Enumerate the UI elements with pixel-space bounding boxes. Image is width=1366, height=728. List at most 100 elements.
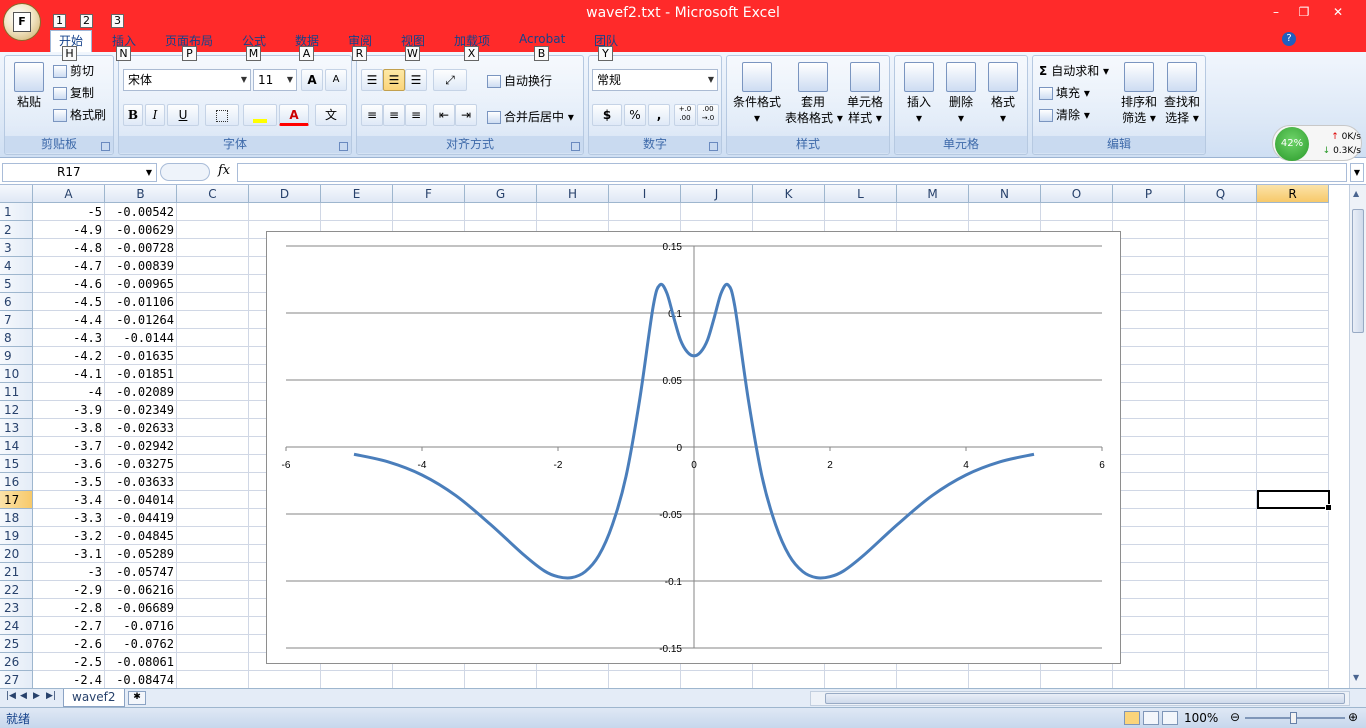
- cell-a9[interactable]: -4.2: [33, 347, 105, 365]
- minimize-button[interactable]: –: [1264, 3, 1288, 21]
- row-header-20[interactable]: 20: [0, 545, 33, 563]
- zoom-level[interactable]: 100%: [1184, 711, 1218, 725]
- cell-b7[interactable]: -0.01264: [105, 311, 177, 329]
- cell-a5[interactable]: -4.6: [33, 275, 105, 293]
- cell-a15[interactable]: -3.6: [33, 455, 105, 473]
- align-left-button[interactable]: ≡: [361, 104, 383, 126]
- cell-a19[interactable]: -3.2: [33, 527, 105, 545]
- normal-view-button[interactable]: [1124, 711, 1140, 725]
- cell-b25[interactable]: -0.0762: [105, 635, 177, 653]
- cell-a27[interactable]: -2.4: [33, 671, 105, 688]
- cell-b22[interactable]: -0.06216: [105, 581, 177, 599]
- row-header-13[interactable]: 13: [0, 419, 33, 437]
- restore-button[interactable]: ❐: [1292, 3, 1316, 21]
- cell-b17[interactable]: -0.04014: [105, 491, 177, 509]
- cell-b21[interactable]: -0.05747: [105, 563, 177, 581]
- column-header-n[interactable]: N: [969, 185, 1041, 203]
- row-header-4[interactable]: 4: [0, 257, 33, 275]
- cell-b1[interactable]: -0.00542: [105, 203, 177, 221]
- font-name-select[interactable]: 宋体 ▼: [123, 69, 251, 91]
- row-header-3[interactable]: 3: [0, 239, 33, 257]
- column-header-f[interactable]: F: [393, 185, 465, 203]
- cell-b19[interactable]: -0.04845: [105, 527, 177, 545]
- cell-b6[interactable]: -0.01106: [105, 293, 177, 311]
- column-header-r[interactable]: R: [1257, 185, 1329, 203]
- row-header-6[interactable]: 6: [0, 293, 33, 311]
- row-header-27[interactable]: 27: [0, 671, 33, 688]
- row-header-12[interactable]: 12: [0, 401, 33, 419]
- first-sheet-icon[interactable]: |◀: [6, 691, 16, 701]
- number-launcher-icon[interactable]: [709, 142, 718, 151]
- row-header-1[interactable]: 1: [0, 203, 33, 221]
- formula-input[interactable]: [237, 163, 1347, 182]
- qat-keytip-1[interactable]: 1: [53, 14, 66, 28]
- fill-button[interactable]: 填充 ▾: [1039, 84, 1090, 101]
- cell-b8[interactable]: -0.0144: [105, 329, 177, 347]
- column-header-h[interactable]: H: [537, 185, 609, 203]
- cell-b15[interactable]: -0.03275: [105, 455, 177, 473]
- row-header-17[interactable]: 17: [0, 491, 33, 509]
- column-header-p[interactable]: P: [1113, 185, 1185, 203]
- select-all-corner[interactable]: [0, 185, 33, 203]
- number-format-select[interactable]: 常规 ▼: [592, 69, 718, 91]
- embedded-chart[interactable]: 0.15 0.1 0.05 0 -0.05 -0.1 -0.15 -6 -4 -2 0 2 4 6: [266, 231, 1121, 664]
- cell-b23[interactable]: -0.06689: [105, 599, 177, 617]
- cell-a22[interactable]: -2.9: [33, 581, 105, 599]
- grow-font-button[interactable]: A: [301, 69, 323, 91]
- cell-a21[interactable]: -3: [33, 563, 105, 581]
- column-header-d[interactable]: D: [249, 185, 321, 203]
- cell-b14[interactable]: -0.02942: [105, 437, 177, 455]
- row-header-18[interactable]: 18: [0, 509, 33, 527]
- row-header-11[interactable]: 11: [0, 383, 33, 401]
- row-header-22[interactable]: 22: [0, 581, 33, 599]
- phonetic-button[interactable]: 文: [315, 104, 347, 126]
- insert-cells-button[interactable]: 插入 ▾: [899, 62, 939, 126]
- row-header-7[interactable]: 7: [0, 311, 33, 329]
- align-top-button[interactable]: ☰: [361, 69, 383, 91]
- cell-a18[interactable]: -3.3: [33, 509, 105, 527]
- horizontal-scrollbar[interactable]: [810, 691, 1350, 706]
- cell-a7[interactable]: -4.4: [33, 311, 105, 329]
- zoom-out-icon[interactable]: ⊖: [1230, 710, 1240, 724]
- cell-b9[interactable]: -0.01635: [105, 347, 177, 365]
- name-box[interactable]: R17 ▼: [2, 163, 157, 182]
- find-select-button[interactable]: 查找和 选择 ▾: [1161, 62, 1203, 126]
- cell-a16[interactable]: -3.5: [33, 473, 105, 491]
- cell-a6[interactable]: -4.5: [33, 293, 105, 311]
- expand-formula-bar-icon[interactable]: ▼: [1350, 163, 1364, 182]
- cell-a3[interactable]: -4.8: [33, 239, 105, 257]
- row-header-26[interactable]: 26: [0, 653, 33, 671]
- cell-a26[interactable]: -2.5: [33, 653, 105, 671]
- row-header-10[interactable]: 10: [0, 365, 33, 383]
- row-header-21[interactable]: 21: [0, 563, 33, 581]
- office-button[interactable]: F: [3, 3, 41, 41]
- cell-b4[interactable]: -0.00839: [105, 257, 177, 275]
- prev-sheet-icon[interactable]: ◀: [20, 691, 27, 701]
- cell-a11[interactable]: -4: [33, 383, 105, 401]
- cell-a2[interactable]: -4.9: [33, 221, 105, 239]
- column-header-a[interactable]: A: [33, 185, 105, 203]
- column-header-e[interactable]: E: [321, 185, 393, 203]
- format-cells-button[interactable]: 格式 ▾: [983, 62, 1023, 126]
- shrink-font-button[interactable]: A: [325, 69, 347, 91]
- increase-decimal-button[interactable]: +.0 .00: [674, 104, 696, 126]
- align-bottom-button[interactable]: ☰: [405, 69, 427, 91]
- worksheet-grid[interactable]: ABCDEFGHIJKLMNOPQR 1 2 3 4 5 6 7 8 9 10 11 12 13 14 15…: [0, 185, 1349, 688]
- cell-a25[interactable]: -2.6: [33, 635, 105, 653]
- vertical-scrollbar[interactable]: ▲ ▼: [1349, 185, 1366, 688]
- cell-a10[interactable]: -4.1: [33, 365, 105, 383]
- font-size-select[interactable]: 11 ▼: [253, 69, 297, 91]
- conditional-format-button[interactable]: 条件格式 ▾: [731, 62, 783, 126]
- cell-b26[interactable]: -0.08061: [105, 653, 177, 671]
- currency-button[interactable]: $: [592, 104, 622, 126]
- insert-function-button[interactable]: fx: [218, 163, 230, 178]
- cell-a4[interactable]: -4.7: [33, 257, 105, 275]
- cell-b10[interactable]: -0.01851: [105, 365, 177, 383]
- zoom-in-icon[interactable]: ⊕: [1348, 710, 1358, 724]
- font-launcher-icon[interactable]: [339, 142, 348, 151]
- page-break-view-button[interactable]: [1162, 711, 1178, 725]
- close-button[interactable]: ✕: [1326, 3, 1350, 21]
- bold-button[interactable]: B: [123, 104, 143, 126]
- percent-button[interactable]: %: [624, 104, 646, 126]
- next-sheet-icon[interactable]: ▶: [33, 691, 40, 701]
